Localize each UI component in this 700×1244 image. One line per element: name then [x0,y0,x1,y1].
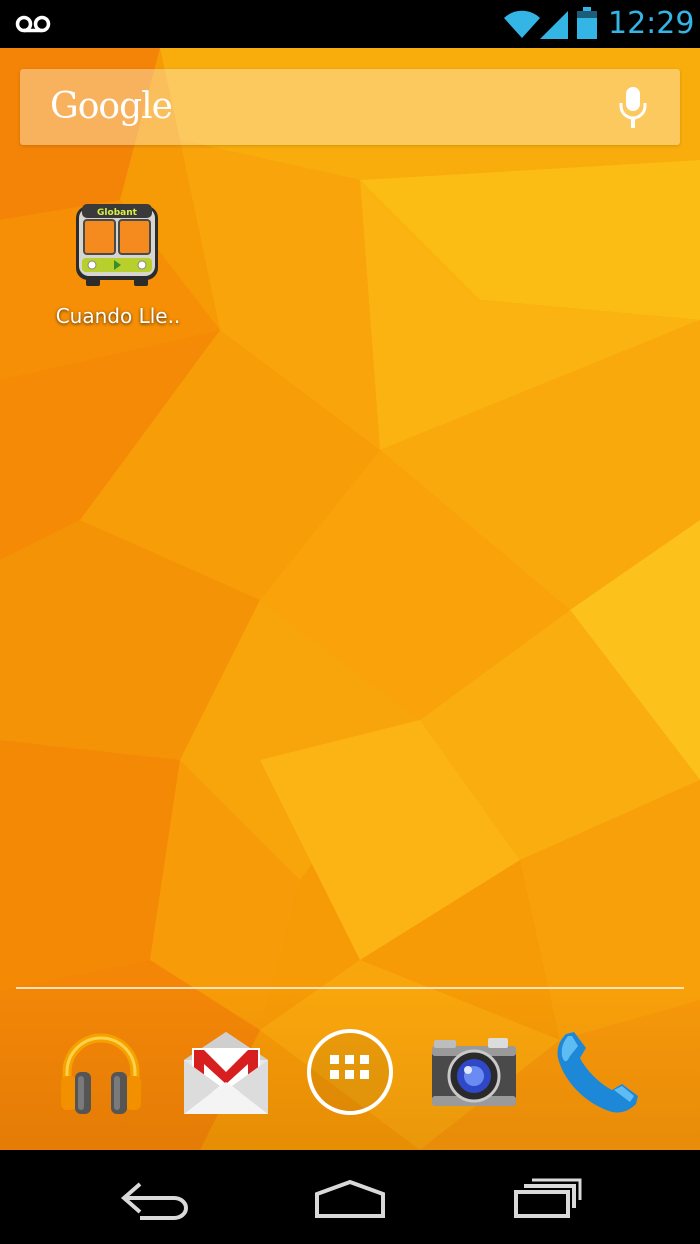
bus-icon: Globant [76,204,158,286]
headphones-icon [61,1033,141,1114]
battery-icon [577,7,597,39]
dock-phone-button[interactable] [552,1026,644,1118]
google-search-bar[interactable]: Google [20,69,680,145]
app-shortcut-cuando-llega[interactable]: Globant Cuando Lle.. [40,196,196,336]
back-icon [120,1182,188,1220]
home-screen: 12:29 Google Globant Cuando Lle.. [0,0,700,1244]
mic-icon[interactable] [616,85,650,131]
nav-home-button[interactable] [305,1168,395,1228]
dock-divider [16,987,684,989]
google-logo: Google [50,86,173,127]
dock-play-music-button[interactable] [55,1026,147,1118]
navigation-bar [0,1150,700,1244]
home-icon [315,1179,385,1218]
recents-icon [514,1178,582,1218]
wifi-icon [504,10,540,38]
signal-icon [540,11,568,39]
phone-icon [557,1032,638,1113]
dock-gmail-button[interactable] [180,1026,272,1118]
app-drawer-icon [307,1029,393,1115]
dock-all-apps-button[interactable] [304,1026,396,1118]
voicemail-icon [15,15,51,33]
gmail-icon [184,1032,268,1114]
status-bar: 12:29 [0,0,700,48]
nav-recents-button[interactable] [502,1168,592,1228]
camera-icon [432,1038,516,1106]
nav-back-button[interactable] [110,1168,200,1228]
status-clock: 12:29 [608,6,695,41]
bus-icon-text: Globant [97,208,138,218]
app-shortcut-label: Cuando Lle.. [55,304,181,328]
dock-camera-button[interactable] [428,1026,520,1118]
